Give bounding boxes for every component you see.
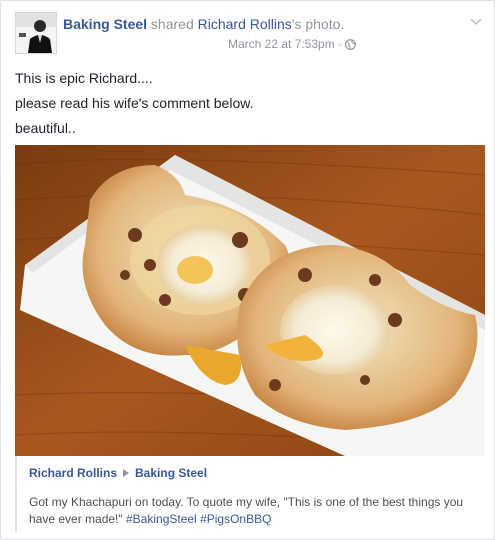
timestamp-link[interactable]: March 22 at 7:53pm <box>228 37 335 51</box>
post-meta: March 22 at 7:53pm · <box>228 36 356 54</box>
shared-post-header: Richard Rollins Baking Steel <box>29 465 207 481</box>
post-photo[interactable] <box>15 145 485 456</box>
shared-post-message: Got my Khachapuri on today. To quote my … <box>29 494 481 528</box>
avatar[interactable] <box>15 12 57 54</box>
globe-icon[interactable] <box>344 38 356 54</box>
post-card: Baking Steel shared Richard Rollins's ph… <box>0 0 495 540</box>
hashtag-link[interactable]: #PigsOnBBQ <box>200 512 271 526</box>
triangle-right-icon <box>123 469 130 477</box>
author-link[interactable]: Baking Steel <box>63 16 147 32</box>
hashtag-link[interactable]: #BakingSteel <box>126 512 197 526</box>
post-line: beautiful.. <box>15 120 76 136</box>
shared-author-link[interactable]: Richard Rollins <box>29 466 117 480</box>
khachapuri-photo-icon <box>15 145 485 456</box>
shared-suffix: 's photo. <box>291 16 345 32</box>
profile-photo-icon <box>16 13 56 53</box>
meta-separator: · <box>337 37 342 51</box>
post-line: This is epic Richard.... <box>15 70 153 86</box>
post-header: Baking Steel shared Richard Rollins's ph… <box>63 15 344 33</box>
chevron-down-icon[interactable] <box>468 13 484 29</box>
shared-post-attachment: Richard Rollins Baking Steel Got my Khach… <box>15 456 485 532</box>
post-line: please read his wife's comment below. <box>15 95 254 111</box>
shared-target-link[interactable]: Baking Steel <box>135 466 207 480</box>
action-text: shared <box>150 16 194 32</box>
post-message: This is epic Richard.... please read his… <box>15 66 475 141</box>
shared-owner-link[interactable]: Richard Rollins <box>198 16 292 32</box>
